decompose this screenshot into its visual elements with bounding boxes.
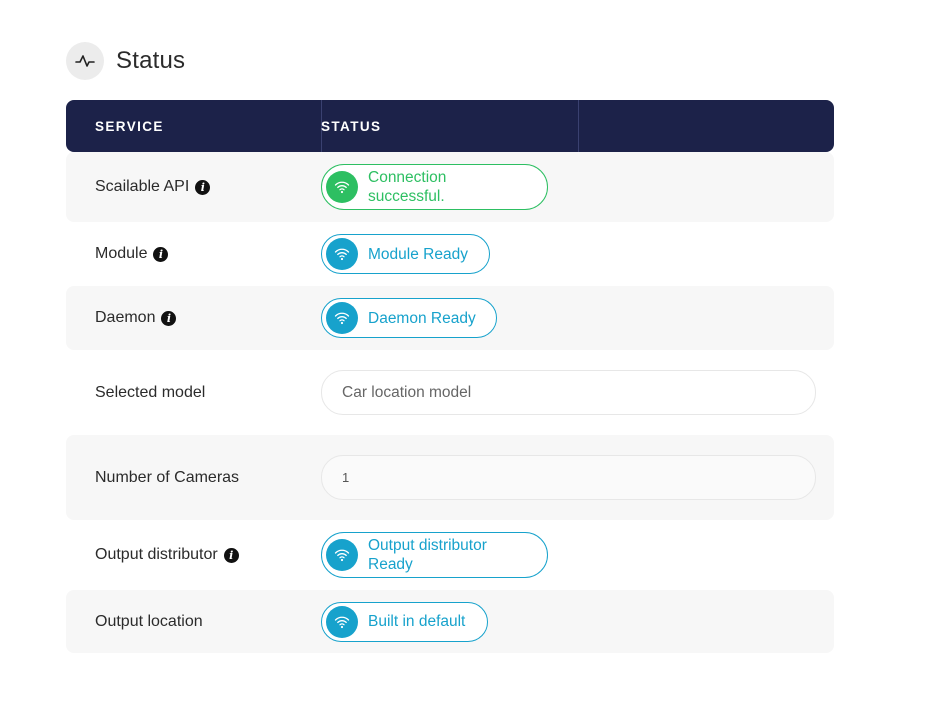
wifi-icon [326, 238, 358, 270]
service-name: Output distributor [95, 546, 218, 563]
service-name: Number of Cameras [95, 468, 240, 486]
info-icon[interactable]: i [223, 547, 239, 563]
table-row: Daemon i Daemon Ready [66, 286, 834, 350]
status-page: Status SERVICE STATUS Scailable API i Co… [0, 0, 939, 704]
service-label: Output distributor i [95, 546, 239, 564]
table-row: Output distributor i Output distributor … [66, 520, 834, 590]
info-icon[interactable]: i [161, 310, 177, 326]
status-text: Output distributor Ready [368, 537, 487, 573]
table-row: Scailable API i Connection successful. [66, 152, 834, 222]
service-label: Selected model [95, 384, 205, 402]
info-icon[interactable]: i [195, 179, 211, 195]
status-text: Module Ready [368, 245, 468, 263]
table-row: Selected model Car location model [66, 350, 834, 435]
service-label: Scailable API i [95, 178, 211, 196]
service-name: Daemon [95, 309, 156, 326]
status-text: Connection successful. [368, 169, 447, 205]
status-pill-connection: Connection successful. [321, 164, 548, 210]
column-divider [578, 100, 579, 152]
service-name: Scailable API [95, 178, 190, 195]
wifi-icon [326, 539, 358, 571]
column-header-status: STATUS [321, 118, 382, 134]
service-name: Module [95, 245, 148, 262]
wifi-icon [326, 302, 358, 334]
activity-icon [66, 42, 104, 80]
service-label: Number of Cameras [95, 469, 239, 487]
service-label: Module i [95, 245, 169, 263]
info-icon[interactable]: i [153, 246, 169, 262]
status-text: Daemon Ready [368, 309, 476, 327]
service-label: Output location [95, 613, 203, 631]
selected-model-field[interactable]: Car location model [321, 370, 816, 415]
status-table: SERVICE STATUS Scailable API i Connectio… [66, 100, 834, 653]
page-title: Status [116, 47, 186, 74]
status-pill-daemon: Daemon Ready [321, 298, 497, 338]
table-row: Number of Cameras 1 [66, 435, 834, 520]
status-pill-output-location: Built in default [321, 601, 488, 642]
table-header: SERVICE STATUS [66, 100, 834, 152]
table-row: Output location Built in default [66, 590, 834, 653]
status-text: Built in default [368, 613, 466, 630]
column-header-service: SERVICE [95, 118, 164, 134]
wifi-icon [326, 605, 358, 638]
service-label: Daemon i [95, 309, 177, 327]
service-name: Selected model [95, 383, 206, 401]
service-name: Output location [95, 612, 203, 630]
camera-count-field[interactable]: 1 [321, 455, 816, 500]
status-pill-module: Module Ready [321, 234, 490, 274]
status-pill-output-distributor: Output distributor Ready [321, 532, 548, 578]
wifi-icon [326, 171, 358, 203]
page-header: Status [66, 42, 185, 80]
table-row: Module i Module Ready [66, 222, 834, 286]
